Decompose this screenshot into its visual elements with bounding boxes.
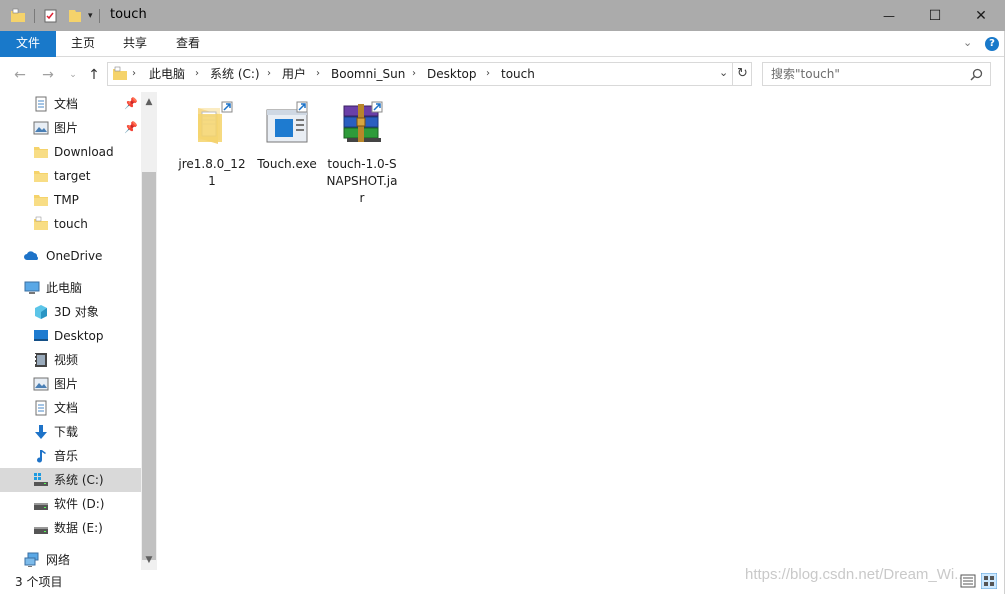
nav-item-desktop[interactable]: Desktop [0, 324, 141, 348]
nav-item-pictures[interactable]: 图片 [0, 372, 141, 396]
maximize-button[interactable]: ☐ [912, 0, 958, 31]
breadcrumb-this-pc[interactable]: 此电脑 [149, 63, 185, 85]
refresh-icon[interactable]: ↻ [732, 63, 752, 85]
breadcrumb-system-drive[interactable]: 系统 (C:) [210, 63, 260, 85]
nav-item-documents-pinned[interactable]: 文档 📌 [0, 92, 141, 116]
new-folder-icon[interactable] [67, 8, 83, 24]
folder-icon [113, 66, 127, 80]
chevron-right-icon[interactable]: › [132, 63, 136, 85]
drive-icon [34, 503, 48, 510]
download-icon [35, 425, 47, 439]
file-name: touch-1.0-SNAPSHOT.jar [326, 157, 398, 205]
tab-file[interactable]: 文件 [0, 31, 56, 57]
nav-item-network[interactable]: 网络 [0, 548, 141, 572]
onedrive-icon [24, 251, 39, 260]
file-name: Touch.exe [257, 157, 317, 171]
file-item[interactable]: Touch.exe [250, 100, 324, 173]
tab-home[interactable]: 主页 [62, 31, 104, 57]
folder-icon [34, 147, 48, 158]
customize-toolbar-icon[interactable]: ▾ [88, 11, 93, 21]
scroll-down-icon[interactable]: ▼ [141, 552, 157, 568]
pin-icon[interactable]: 📌 [124, 92, 138, 116]
help-icon[interactable]: ? [985, 37, 999, 51]
search-icon[interactable] [970, 68, 983, 81]
scrollbar-thumb[interactable] [142, 172, 156, 560]
item-count: 3 个项目 [15, 575, 63, 589]
file-item[interactable]: jre1.8.0_121 [175, 100, 249, 190]
desktop-icon [34, 330, 48, 341]
large-icons-view-icon[interactable] [981, 573, 997, 589]
folder-icon [34, 216, 48, 230]
nav-item-videos[interactable]: 视频 [0, 348, 141, 372]
document-icon [35, 96, 47, 112]
search-input[interactable]: 搜索"touch" [762, 62, 991, 86]
tab-share[interactable]: 共享 [114, 31, 156, 57]
quick-access-toolbar: ▾ [10, 7, 100, 25]
scroll-up-icon[interactable]: ▲ [141, 94, 157, 110]
chevron-right-icon[interactable]: › [195, 63, 199, 85]
chevron-right-icon[interactable]: › [486, 63, 490, 85]
nav-item-target-folder[interactable]: target [0, 164, 141, 188]
folder-icon [34, 171, 48, 182]
nav-scrollbar[interactable]: ▲ ▼ [141, 92, 157, 570]
up-button[interactable]: ↑ [85, 66, 103, 84]
pin-icon[interactable]: 📌 [124, 116, 138, 140]
properties-icon[interactable] [43, 8, 59, 24]
ribbon: 文件 主页 共享 查看 ⌄ ? [0, 31, 1005, 57]
expand-ribbon-icon[interactable]: ⌄ [963, 36, 972, 49]
breadcrumb-touch[interactable]: touch [501, 63, 535, 85]
nav-item-music[interactable]: 音乐 [0, 444, 141, 468]
address-bar[interactable]: › 此电脑 › 系统 (C:) › 用户 › Boomni_Sun › Desk… [107, 62, 752, 86]
nav-item-tmp-folder[interactable]: TMP [0, 188, 141, 212]
nav-item-onedrive[interactable]: OneDrive [0, 244, 141, 268]
breadcrumb-desktop[interactable]: Desktop [427, 63, 477, 85]
tab-view[interactable]: 查看 [167, 31, 209, 57]
nav-item-pictures-pinned[interactable]: 图片 📌 [0, 116, 141, 140]
winrar-archive-icon [343, 101, 383, 142]
details-view-icon[interactable] [960, 573, 976, 589]
nav-item-downloads[interactable]: 下载 [0, 420, 141, 444]
music-icon [37, 450, 46, 463]
drive-icon [34, 527, 48, 534]
chevron-right-icon[interactable]: › [316, 63, 320, 85]
computer-icon [24, 281, 40, 294]
nav-item-drive-d[interactable]: 软件 (D:) [0, 492, 141, 516]
nav-item-system-drive[interactable]: 系统 (C:) [0, 468, 141, 492]
back-button[interactable]: ← [11, 66, 29, 84]
search-placeholder: 搜索"touch" [771, 67, 840, 81]
file-list: jre1.8.0_121 Touch.exe touch-1.0-SNAPSHO… [157, 92, 1005, 570]
nav-item-documents[interactable]: 文档 [0, 396, 141, 420]
chevron-right-icon[interactable]: › [412, 63, 416, 85]
nav-item-drive-e[interactable]: 数据 (E:) [0, 516, 141, 540]
navigation-pane: 文档 📌 图片 📌 Download target TMP touch OneD… [0, 92, 157, 570]
folder-icon[interactable] [10, 8, 26, 24]
close-button[interactable]: ✕ [958, 0, 1004, 31]
breadcrumb-users[interactable]: 用户 [282, 63, 306, 85]
minimize-button[interactable]: — [866, 0, 912, 31]
chevron-right-icon[interactable]: › [267, 63, 271, 85]
forward-button[interactable]: → [39, 66, 57, 84]
document-icon [35, 400, 47, 416]
3d-objects-icon [35, 305, 47, 319]
exe-shortcut-icon [266, 101, 308, 143]
breadcrumb-user[interactable]: Boomni_Sun [331, 63, 405, 85]
nav-item-touch-folder[interactable]: touch [0, 212, 141, 236]
nav-item-this-pc[interactable]: 此电脑 [0, 276, 141, 300]
nav-item-3d-objects[interactable]: 3D 对象 [0, 300, 141, 324]
folder-icon [34, 195, 48, 206]
nav-item-download-folder[interactable]: Download [0, 140, 141, 164]
title-bar: ▾ touch — ☐ ✕ [0, 0, 1005, 31]
network-icon [24, 552, 39, 567]
file-name: jre1.8.0_121 [178, 157, 246, 188]
watermark: https://blog.csdn.net/Dream_Wi... [745, 566, 967, 583]
video-icon [35, 353, 47, 367]
window-title: touch [110, 7, 147, 22]
shortcut-folder-icon [198, 101, 233, 144]
address-dropdown-icon[interactable]: ⌄ [719, 66, 728, 79]
system-drive-icon [34, 473, 48, 486]
picture-icon [33, 377, 49, 391]
picture-icon [33, 121, 49, 135]
file-item[interactable]: touch-1.0-SNAPSHOT.jar [325, 100, 399, 207]
recent-locations-button[interactable]: ⌄ [64, 66, 82, 84]
